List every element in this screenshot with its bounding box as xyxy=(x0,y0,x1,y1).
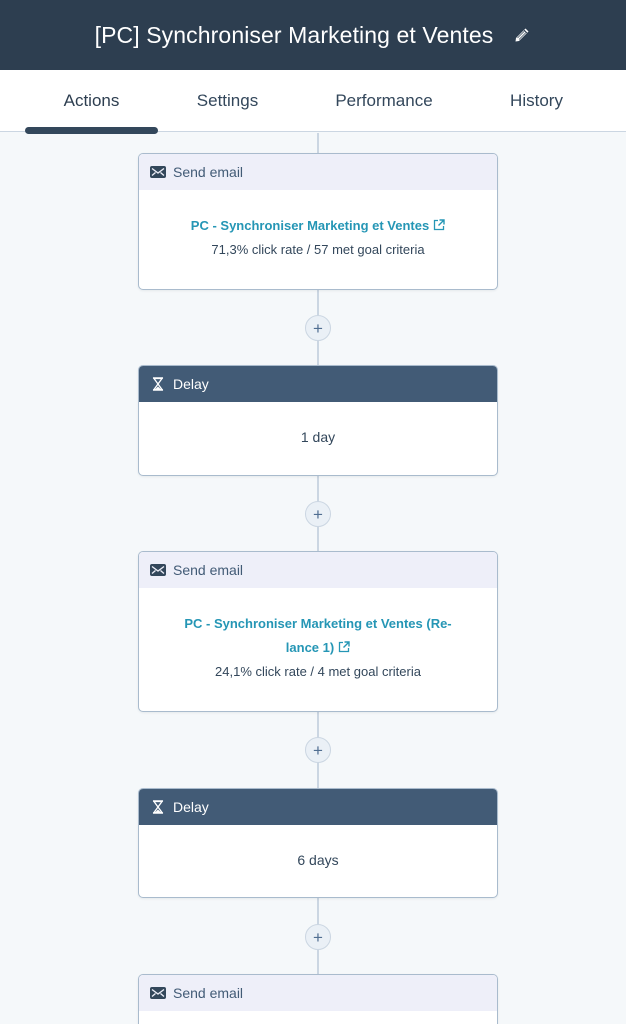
envelope-icon xyxy=(150,986,166,1000)
pencil-icon[interactable] xyxy=(513,26,531,44)
hourglass-icon xyxy=(150,800,166,814)
workflow-title: [PC] Synchroniser Marketing et Ventes xyxy=(95,22,494,49)
card-body: PC - Synchroniser Marketing et Ventes 71… xyxy=(139,190,497,262)
workflow-canvas[interactable]: + + + + Send email PC - Synchroniser Mar… xyxy=(0,133,626,1024)
email-stats: 24,1% click rate / 4 met goal criteria xyxy=(155,660,481,684)
email-link[interactable]: PC - Synchroniser Marketing et Ventes xyxy=(191,218,429,233)
send-email-action-card[interactable]: Send email PC - Synchroniser Marketing e… xyxy=(138,551,498,712)
card-type-label: Delay xyxy=(173,376,209,392)
hourglass-icon xyxy=(150,377,166,391)
tab-actions[interactable]: Actions xyxy=(25,70,158,132)
delay-action-card[interactable]: Delay 1 day xyxy=(138,365,498,476)
envelope-icon xyxy=(150,165,166,179)
external-link-icon[interactable] xyxy=(338,640,350,658)
email-stats: 71,3% click rate / 57 met goal criteria xyxy=(155,238,481,262)
add-action-button[interactable]: + xyxy=(305,924,331,950)
add-action-button[interactable]: + xyxy=(305,501,331,527)
delay-value: 6 days xyxy=(155,852,481,868)
tab-bar: Actions Settings Performance History xyxy=(0,70,626,132)
card-header: Delay xyxy=(139,366,497,402)
card-header: Send email xyxy=(139,154,497,190)
card-body: 6 days xyxy=(139,825,497,868)
card-header: Delay xyxy=(139,789,497,825)
card-type-label: Send email xyxy=(173,985,243,1001)
card-header: Send email xyxy=(139,975,497,1011)
external-link-icon[interactable] xyxy=(433,218,445,236)
send-email-action-card[interactable]: Send email xyxy=(138,974,498,1024)
card-type-label: Send email xyxy=(173,562,243,578)
add-action-button[interactable]: + xyxy=(305,315,331,341)
add-action-button[interactable]: + xyxy=(305,737,331,763)
connector-line xyxy=(317,133,319,153)
envelope-icon xyxy=(150,563,166,577)
workflow-header: [PC] Synchroniser Marketing et Ventes xyxy=(0,0,626,70)
delay-action-card[interactable]: Delay 6 days xyxy=(138,788,498,898)
send-email-action-card[interactable]: Send email PC - Synchroniser Marketing e… xyxy=(138,153,498,290)
email-link-continued[interactable]: lance 1) xyxy=(286,640,334,655)
card-body: 1 day xyxy=(139,402,497,445)
tab-performance[interactable]: Performance xyxy=(320,70,448,132)
tab-settings[interactable]: Settings xyxy=(180,70,275,132)
card-type-label: Delay xyxy=(173,799,209,815)
card-header: Send email xyxy=(139,552,497,588)
card-type-label: Send email xyxy=(173,164,243,180)
active-tab-indicator xyxy=(25,127,158,134)
delay-value: 1 day xyxy=(155,429,481,445)
tab-history[interactable]: History xyxy=(495,70,578,132)
email-link[interactable]: PC - Synchroniser Marketing et Ventes (R… xyxy=(155,612,481,636)
card-body: PC - Synchroniser Marketing et Ventes (R… xyxy=(139,588,497,684)
